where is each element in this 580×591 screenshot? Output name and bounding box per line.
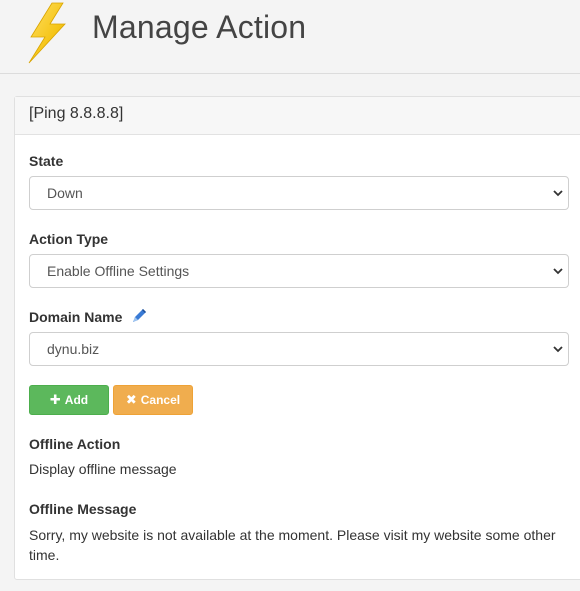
action-type-label: Action Type [29,231,109,247]
action-panel: [Ping 8.8.8.8] State Down Action Type En… [14,96,580,580]
offline-action-value: Display offline message [29,461,177,477]
domain-name-label: Domain Name [29,309,148,326]
action-type-select[interactable]: Enable Offline Settings [29,254,569,288]
panel-heading: [Ping 8.8.8.8] [15,97,580,135]
state-label: State [29,153,64,169]
lightning-bolt-icon [28,2,66,64]
page-header: Manage Action [0,0,580,74]
cancel-button-label: Cancel [140,393,181,407]
plus-icon: ✚ [49,392,61,407]
action-type-select-value: Enable Offline Settings [47,263,190,279]
times-icon: ✖ [125,392,137,407]
state-select[interactable]: Down [29,176,569,210]
domain-name-select-value: dynu.biz [47,341,100,357]
offline-message-label: Offline Message [29,501,137,517]
offline-message-value: Sorry, my website is not available at th… [29,527,556,563]
offline-action-label: Offline Action [29,436,121,452]
add-button[interactable]: ✚ Add [29,385,109,415]
chevron-down-icon [553,268,563,275]
domain-name-select[interactable]: dynu.biz [29,332,569,366]
state-select-value: Down [47,185,83,201]
page-title: Manage Action [92,9,307,45]
domain-name-label-text: Domain Name [29,309,123,325]
chevron-down-icon [553,346,563,353]
pencil-icon[interactable] [130,308,148,324]
cancel-button[interactable]: ✖ Cancel [113,385,193,415]
chevron-down-icon [553,190,563,197]
add-button-label: Add [64,393,89,407]
